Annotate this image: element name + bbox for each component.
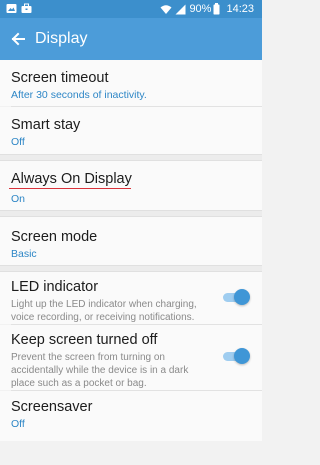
clock: 14:23 — [226, 3, 254, 15]
section-gap — [0, 210, 262, 217]
arrow-left-icon — [11, 32, 25, 46]
settings-list: Screen timeout After 30 seconds of inact… — [0, 60, 262, 441]
setting-screen-mode[interactable]: Screen mode Basic — [0, 217, 262, 265]
setting-label: Keep screen turned off — [11, 332, 158, 348]
app-bar: Display — [0, 18, 262, 60]
setting-screensaver[interactable]: Screensaver Off — [0, 391, 262, 441]
section-gap — [0, 154, 262, 161]
setting-value: Basic — [11, 248, 37, 260]
setting-led-indicator[interactable]: LED indicator Light up the LED indicator… — [0, 272, 262, 324]
setting-value: Off — [11, 418, 25, 430]
setting-keep-screen-off[interactable]: Keep screen turned off Prevent the scree… — [0, 325, 262, 390]
setting-label: Screen timeout — [11, 70, 109, 86]
setting-label: Screensaver — [11, 399, 93, 415]
briefcase-icon — [21, 3, 32, 13]
setting-label: Screen mode — [11, 229, 98, 245]
setting-description: Prevent the screen from turning on accid… — [11, 352, 189, 389]
section-gap — [0, 265, 262, 272]
setting-label: Always On Display — [11, 171, 132, 187]
setting-value: Off — [11, 136, 25, 148]
highlight-underline — [9, 188, 131, 189]
keep-screen-off-toggle[interactable] — [220, 348, 250, 364]
battery-percent: 90% — [189, 3, 212, 15]
setting-label: Smart stay — [11, 117, 81, 133]
led-indicator-toggle[interactable] — [220, 289, 250, 305]
setting-always-on-display[interactable]: Always On Display On — [0, 161, 262, 210]
page-title: Display — [35, 30, 88, 47]
setting-screen-timeout[interactable]: Screen timeout After 30 seconds of inact… — [0, 60, 262, 106]
setting-label: LED indicator — [11, 279, 99, 295]
signal-icon — [175, 4, 186, 14]
back-button[interactable] — [4, 25, 32, 53]
status-bar: 90% 14:23 — [0, 0, 262, 18]
setting-value: On — [11, 193, 26, 205]
setting-value: After 30 seconds of inactivity. — [11, 89, 147, 101]
gallery-icon — [6, 4, 17, 13]
setting-description: Light up the LED indicator when charging… — [11, 299, 197, 323]
setting-smart-stay[interactable]: Smart stay Off — [0, 107, 262, 154]
battery-icon — [213, 3, 220, 15]
wifi-icon — [160, 4, 172, 14]
